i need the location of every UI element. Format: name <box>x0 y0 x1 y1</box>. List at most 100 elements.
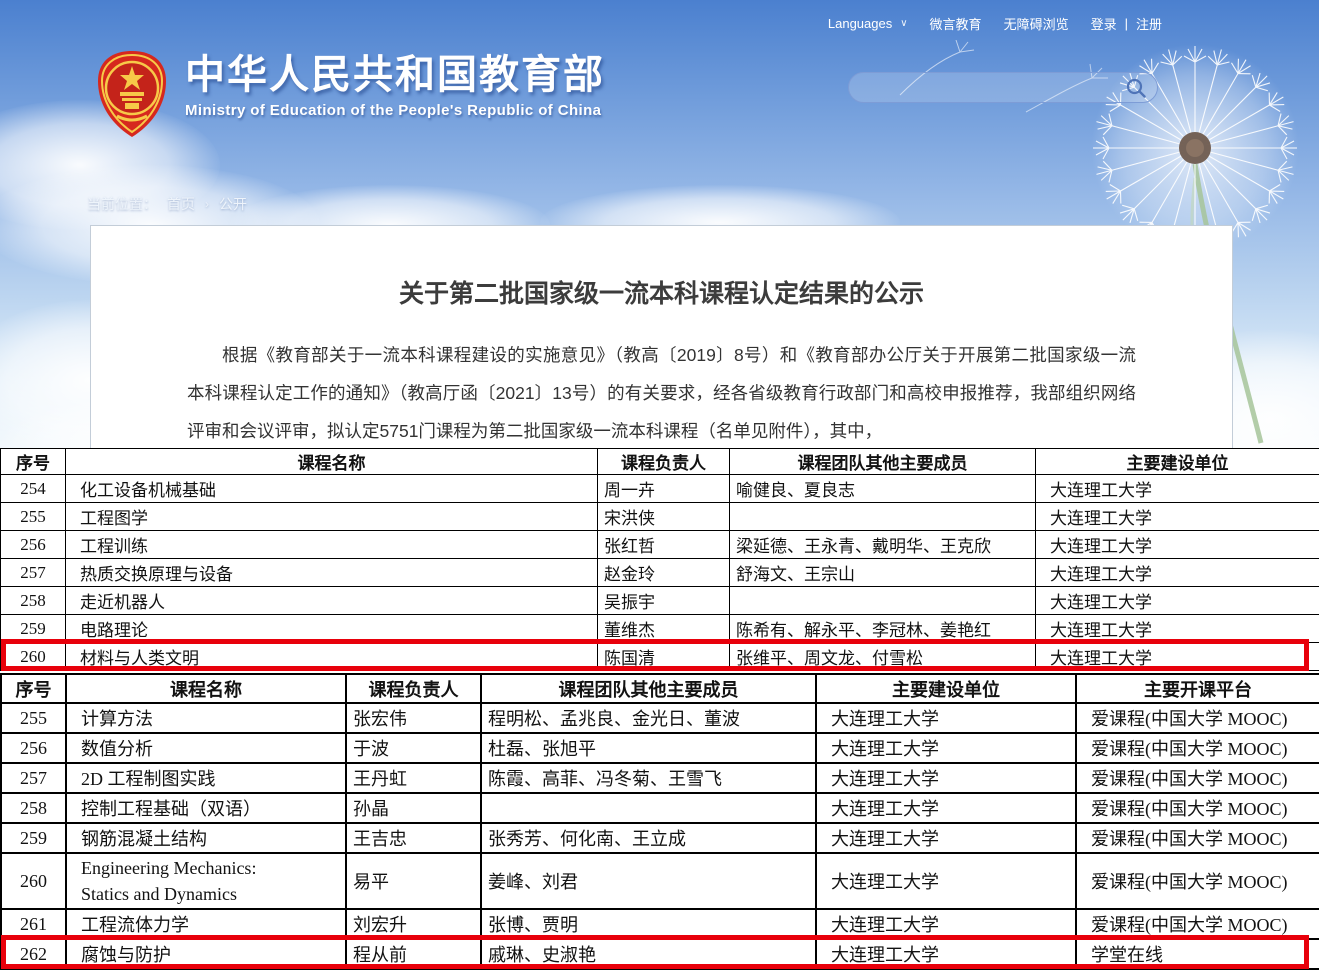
table-cell: 程从前 <box>346 939 481 969</box>
table-row: 258控制工程基础（双语）孙晶大连理工大学爱课程(中国大学 MOOC) <box>1 793 1319 823</box>
nav-accessibility-browse[interactable]: 无障碍浏览 <box>1004 14 1069 33</box>
table-cell: 254 <box>1 475 66 503</box>
table-header-cell: 主要建设单位 <box>816 674 1076 703</box>
table-header-row: 序号课程名称课程负责人课程团队其他主要成员主要建设单位 <box>1 449 1319 475</box>
table-row: 258走近机器人吴振宇大连理工大学 <box>1 587 1319 615</box>
table-cell: 赵金玲 <box>598 559 730 587</box>
table-cell: 走近机器人 <box>66 587 598 615</box>
course-table-provincial: 序号课程名称课程负责人课程团队其他主要成员主要建设单位254化工设备机械基础周一… <box>0 448 1319 671</box>
table-cell: 大连理工大学 <box>816 853 1076 909</box>
national-emblem-logo <box>95 50 169 138</box>
table-cell: 大连理工大学 <box>1036 615 1319 643</box>
table-header-cell: 课程名称 <box>66 674 346 703</box>
table-cell: 262 <box>1 939 66 969</box>
table-cell: 于波 <box>346 733 481 763</box>
table-cell: 256 <box>1 733 66 763</box>
table-cell: 大连理工大学 <box>816 909 1076 939</box>
tables-area: 序号课程名称课程负责人课程团队其他主要成员主要建设单位254化工设备机械基础周一… <box>0 448 1319 974</box>
table-cell: 张红哲 <box>598 531 730 559</box>
table-cell: 257 <box>1 559 66 587</box>
table-cell: 大连理工大学 <box>816 793 1076 823</box>
breadcrumb-label: 当前位置： <box>87 194 157 214</box>
table-header-cell: 课程名称 <box>66 449 598 475</box>
table-cell: 张维平、周文龙、付雪松 <box>730 643 1036 671</box>
table-cell: 姜峰、刘君 <box>481 853 816 909</box>
table-cell: 255 <box>1 703 66 733</box>
table-cell: 梁延德、王永青、戴明华、王克欣 <box>730 531 1036 559</box>
table-cell: 陈国清 <box>598 643 730 671</box>
nav-divider: | <box>1125 16 1128 31</box>
chevron-down-icon: ∨ <box>900 18 907 29</box>
table-cell <box>481 793 816 823</box>
table-cell: 宋洪侠 <box>598 503 730 531</box>
table-cell: 257 <box>1 763 66 793</box>
table-row: 255工程图学宋洪侠大连理工大学 <box>1 503 1319 531</box>
table-cell: 王吉忠 <box>346 823 481 853</box>
table-cell: 学堂在线 <box>1076 939 1319 969</box>
table-header-cell: 课程团队其他主要成员 <box>481 674 816 703</box>
nav-register[interactable]: 注册 <box>1136 14 1162 33</box>
table-cell: 爱课程(中国大学 MOOC) <box>1076 909 1319 939</box>
table-cell: 吴振宇 <box>598 587 730 615</box>
table-cell: Engineering Mechanics: Statics and Dynam… <box>66 853 346 909</box>
nav-weiyan-education[interactable]: 微言教育 <box>930 14 982 33</box>
course-table-mooc: 序号课程名称课程负责人课程团队其他主要成员主要建设单位主要开课平台255计算方法… <box>0 673 1319 970</box>
search-button[interactable] <box>1125 77 1147 99</box>
table-cell: 张秀芳、何化南、王立成 <box>481 823 816 853</box>
nav-login[interactable]: 登录 <box>1091 14 1117 33</box>
table-cell: 258 <box>1 793 66 823</box>
breadcrumb-current-link[interactable]: 公开 <box>219 194 247 214</box>
table-header-cell: 课程负责人 <box>598 449 730 475</box>
table-cell: 爱课程(中国大学 MOOC) <box>1076 763 1319 793</box>
table-cell: 张宏伟 <box>346 703 481 733</box>
table-cell: 周一卉 <box>598 475 730 503</box>
table-header-cell: 课程负责人 <box>346 674 481 703</box>
table-cell: 爱课程(中国大学 MOOC) <box>1076 703 1319 733</box>
table-row: 256数值分析于波杜磊、张旭平大连理工大学爱课程(中国大学 MOOC) <box>1 733 1319 763</box>
table-row: 259钢筋混凝土结构王吉忠张秀芳、何化南、王立成大连理工大学爱课程(中国大学 M… <box>1 823 1319 853</box>
table-cell: 热质交换原理与设备 <box>66 559 598 587</box>
page: Languages ∨ 微言教育 无障碍浏览 登录 | 注册 中华人民共和国教育… <box>0 0 1319 974</box>
table-cell: 数值分析 <box>66 733 346 763</box>
search-icon <box>1125 77 1147 99</box>
site-subtitle: Ministry of Education of the People's Re… <box>185 102 605 119</box>
table-row: 256工程训练张红哲梁延德、王永青、戴明华、王克欣大连理工大学 <box>1 531 1319 559</box>
table-cell: 陈霞、高菲、冯冬菊、王雪飞 <box>481 763 816 793</box>
table-header-cell: 序号 <box>1 449 66 475</box>
table-cell: 钢筋混凝土结构 <box>66 823 346 853</box>
site-brand[interactable]: 中华人民共和国教育部 Ministry of Education of the … <box>95 50 605 138</box>
table-cell: 董维杰 <box>598 615 730 643</box>
table-cell: 工程训练 <box>66 531 598 559</box>
table-cell: 爱课程(中国大学 MOOC) <box>1076 733 1319 763</box>
search-bar <box>848 72 1158 103</box>
table-cell: 爱课程(中国大学 MOOC) <box>1076 793 1319 823</box>
table-cell: 孙晶 <box>346 793 481 823</box>
table-cell: 255 <box>1 503 66 531</box>
table-row: 259电路理论董维杰陈希有、解永平、李冠林、姜艳红大连理工大学 <box>1 615 1319 643</box>
table-cell: 大连理工大学 <box>816 763 1076 793</box>
table-cell: 大连理工大学 <box>816 939 1076 969</box>
article-paragraph: 根据《教育部关于一流本科课程建设的实施意见》（教高〔2019〕8号）和《教育部办… <box>187 336 1136 450</box>
search-input[interactable] <box>865 75 1125 101</box>
table-row: 262腐蚀与防护程从前戚琳、史淑艳大连理工大学学堂在线 <box>1 939 1319 969</box>
languages-menu[interactable]: Languages ∨ <box>828 16 908 31</box>
table-cell: 大连理工大学 <box>1036 531 1319 559</box>
table-row: 261工程流体力学刘宏升张博、贾明大连理工大学爱课程(中国大学 MOOC) <box>1 909 1319 939</box>
table-cell: 大连理工大学 <box>816 823 1076 853</box>
table-cell: 腐蚀与防护 <box>66 939 346 969</box>
table-cell: 259 <box>1 615 66 643</box>
site-title: 中华人民共和国教育部 <box>185 52 605 98</box>
table-row: 2572D 工程制图实践王丹虹陈霞、高菲、冯冬菊、王雪飞大连理工大学爱课程(中国… <box>1 763 1319 793</box>
table-cell: 戚琳、史淑艳 <box>481 939 816 969</box>
table-row: 260Engineering Mechanics: Statics and Dy… <box>1 853 1319 909</box>
languages-label: Languages <box>828 16 892 31</box>
table-cell <box>730 587 1036 615</box>
table-cell: 258 <box>1 587 66 615</box>
table-cell: 大连理工大学 <box>1036 475 1319 503</box>
breadcrumb-home-link[interactable]: 首页 <box>167 194 195 214</box>
table-header-cell: 主要建设单位 <box>1036 449 1319 475</box>
table-cell <box>730 503 1036 531</box>
table-cell: 工程图学 <box>66 503 598 531</box>
article-panel: 关于第二批国家级一流本科课程认定结果的公示 根据《教育部关于一流本科课程建设的实… <box>90 225 1233 451</box>
article-title: 关于第二批国家级一流本科课程认定结果的公示 <box>91 274 1232 310</box>
